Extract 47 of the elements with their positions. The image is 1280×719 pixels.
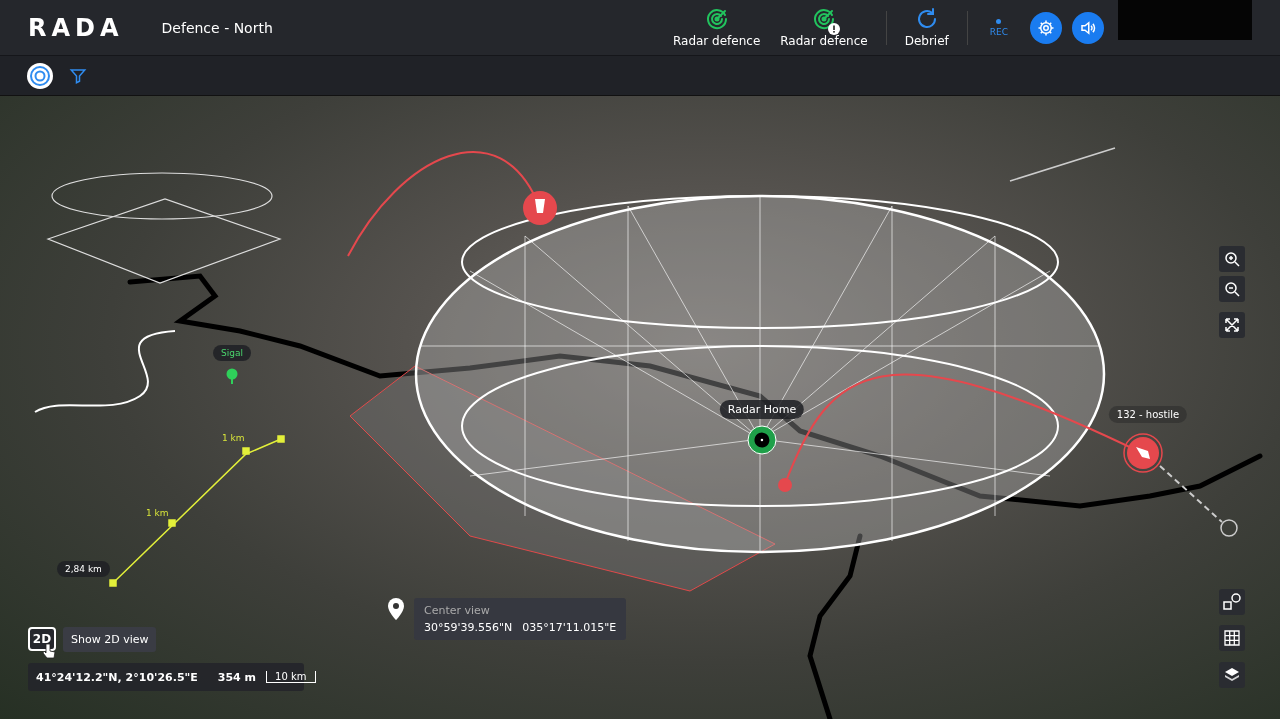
toolbar-button[interactable]: Radar defence (770, 7, 878, 48)
layers-button[interactable] (1219, 662, 1245, 688)
map-pin-icon[interactable] (226, 368, 238, 384)
view-toggle-button[interactable]: 2D (28, 627, 56, 651)
expand-icon (1225, 318, 1239, 332)
zoom-out-button[interactable] (1219, 276, 1245, 302)
coordinates-text: 41°24'12.2"N, 2°10'26.5"E (36, 670, 198, 684)
grid-icon (1224, 630, 1240, 646)
rec-indicator: REC (989, 18, 1008, 37)
altitude-text: 354 m (217, 670, 257, 684)
distance-label: 1 km (146, 508, 169, 518)
longitude-text: 035°17'11.015"E (522, 621, 617, 634)
target-icon (27, 62, 53, 89)
waypoint-circle (1220, 519, 1238, 537)
marker-label: Sigal (213, 345, 251, 361)
fit-view-button[interactable] (1219, 312, 1245, 338)
settings-button[interactable] (1030, 11, 1062, 44)
shapes-icon (1223, 593, 1241, 611)
hand-cursor-icon (42, 643, 56, 659)
location-pin-icon (388, 598, 404, 620)
toolbar-button[interactable]: Radar defence (662, 7, 771, 48)
distance-label: 1 km (222, 433, 245, 443)
zoom-in-icon (1224, 251, 1240, 267)
marker-label: 132 - hostile (1108, 406, 1188, 423)
scale-bar: 10 km (266, 671, 316, 683)
filter-button[interactable] (69, 66, 87, 85)
target-point (778, 478, 792, 492)
layers-icon (1224, 667, 1240, 683)
latitude-text: 30°59'39.556"N (424, 621, 513, 634)
workspace-title: Defence - North (161, 19, 274, 36)
speaker-icon (1079, 18, 1097, 37)
panel-title: Center view (424, 604, 491, 617)
grid-button[interactable] (1219, 625, 1245, 651)
target-button[interactable] (27, 62, 53, 89)
settings-icon (1037, 18, 1055, 37)
tooltip-text: Show 2D view (63, 627, 157, 652)
zoom-in-button[interactable] (1219, 246, 1245, 272)
toolbar-button[interactable]: Debrief (894, 7, 959, 48)
shapes-button[interactable] (1219, 589, 1245, 615)
projected-path-line (1159, 465, 1223, 523)
zoom-out-icon (1224, 281, 1240, 297)
distance-label: 2,84 km (57, 561, 110, 577)
alert-icon (827, 23, 840, 35)
marker-label: Radar Home (719, 400, 805, 419)
sound-button[interactable] (1072, 11, 1104, 44)
rada-logo: RADA (28, 13, 124, 42)
filter-icon (69, 66, 87, 85)
